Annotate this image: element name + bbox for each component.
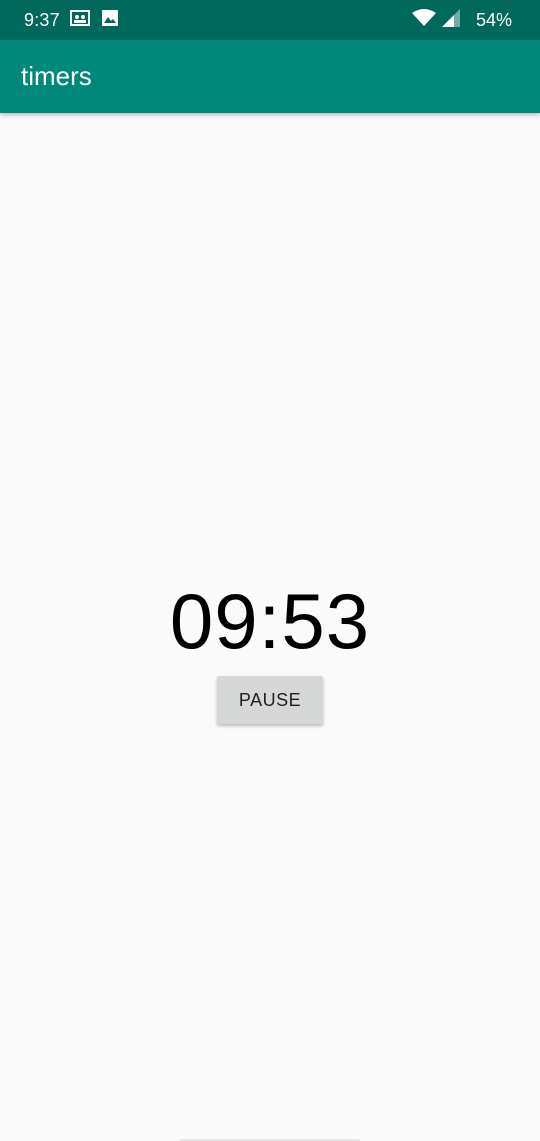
contacts-notification-icon <box>69 9 90 31</box>
wifi-icon <box>411 8 436 32</box>
status-time: 9:37 <box>24 9 60 30</box>
timer-display: 09:53 <box>169 577 371 665</box>
main-content: 09:53 PAUSE <box>0 113 540 1141</box>
app-title: timers <box>21 61 92 91</box>
pause-button[interactable]: PAUSE <box>217 676 323 724</box>
battery-percentage: 54% <box>475 9 512 30</box>
image-notification-icon <box>101 9 118 31</box>
app-bar: timers <box>0 40 540 113</box>
status-right: 54% <box>411 8 512 32</box>
notification-icons <box>69 9 118 31</box>
cell-signal-icon <box>441 8 460 32</box>
status-bar: 9:37 54% <box>0 0 540 40</box>
